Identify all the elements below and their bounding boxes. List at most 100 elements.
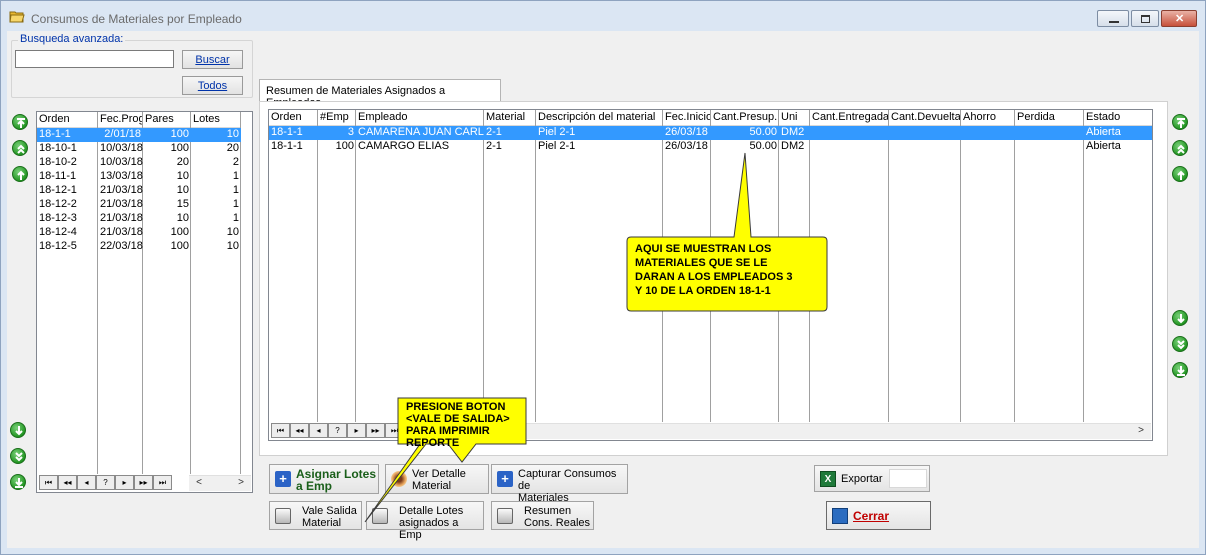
column-header[interactable]: Empleado <box>356 110 484 126</box>
table-cell: 50.00 <box>749 126 777 138</box>
column-header[interactable]: Cant.Presup. <box>711 110 779 126</box>
orders-navigator: ⏮ ◂◂ ◂? ▸ ▸▸ ⏭ <box>39 475 172 491</box>
restore-icon <box>1141 15 1150 23</box>
maximize-button[interactable] <box>1131 10 1159 27</box>
asignar-lotes-label-2: a Emp <box>296 479 333 493</box>
table-row[interactable]: 18-11-1 13/03/18 10 1 <box>37 170 241 184</box>
table-row[interactable]: 18-12-4 21/03/18 100 10 <box>37 226 241 240</box>
callout-line: <VALE DE SALIDA> <box>406 413 510 425</box>
table-row[interactable]: 18-12-3 21/03/18 10 1 <box>37 212 241 226</box>
next-record-icon[interactable]: ▸ <box>115 475 134 490</box>
vale-salida-button[interactable]: Vale Salida Material <box>269 501 362 530</box>
column-header[interactable]: Cant.Entregada <box>810 110 889 126</box>
column-header[interactable]: Perdida <box>1015 110 1084 126</box>
column-header[interactable]: Orden <box>37 112 98 128</box>
prev-page-icon[interactable]: ◂◂ <box>58 475 77 490</box>
table-cell: 1 <box>232 198 239 210</box>
page-up-icon[interactable] <box>12 140 28 156</box>
row-up-icon[interactable] <box>1172 166 1188 182</box>
column-header[interactable]: Ahorro <box>961 110 1015 126</box>
table-row[interactable]: 18-10-1 10/03/18 100 20 <box>37 142 241 156</box>
callout-line: AQUI SE MUESTRAN LOS <box>635 243 771 255</box>
row-down-icon[interactable] <box>10 422 26 438</box>
scroll-left-icon[interactable]: < <box>191 476 207 491</box>
table-cell: 26/03/18 <box>665 126 708 138</box>
main-window: Consumos de Materiales por Empleado ✕ Bu… <box>0 0 1206 555</box>
column-header[interactable]: Pares <box>143 112 191 128</box>
prev-record-icon[interactable]: ◂ <box>309 423 328 438</box>
column-divider <box>1014 110 1015 422</box>
plus-icon: + <box>275 471 291 487</box>
search-input[interactable] <box>15 50 174 68</box>
column-header[interactable]: Orden <box>269 110 318 126</box>
orders-grid-body: 18-1-1 2/01/18 100 10 18-10-1 10/03/18 100 20 18… <box>37 128 241 254</box>
scroll-right-icon[interactable]: > <box>1133 424 1149 439</box>
column-header[interactable]: Cant.Devuelta <box>889 110 961 126</box>
last-row-icon[interactable] <box>1172 362 1188 378</box>
table-cell: 100 <box>170 226 189 238</box>
column-header[interactable]: Fec.Prog <box>98 112 143 128</box>
page-down-icon[interactable] <box>10 448 26 464</box>
orders-hscroll[interactable]: < > <box>189 475 251 491</box>
cerrar-button[interactable]: Cerrar <box>826 501 931 530</box>
column-header[interactable]: #Emp <box>318 110 356 126</box>
table-cell: 13/03/18 <box>100 170 143 182</box>
table-cell <box>961 140 1015 154</box>
table-cell: 21/03/18 <box>100 184 143 196</box>
column-divider <box>888 110 889 422</box>
orders-grid[interactable]: Orden Fec.Prog Pares Lotes 18-1-1 2/01/18 100… <box>36 111 253 493</box>
table-row[interactable]: 18-10-2 10/03/18 20 2 <box>37 156 241 170</box>
table-cell <box>889 126 961 140</box>
table-cell: 10 <box>226 128 239 140</box>
first-record-icon[interactable]: ⏮ <box>39 475 58 490</box>
table-cell: Abierta <box>1086 140 1121 152</box>
help-icon[interactable]: ? <box>328 423 347 438</box>
next-page-icon[interactable]: ▸▸ <box>134 475 153 490</box>
table-cell: 100 <box>170 142 189 154</box>
table-row[interactable]: 18-12-2 21/03/18 15 1 <box>37 198 241 212</box>
column-header[interactable]: Estado <box>1084 110 1152 126</box>
column-header[interactable]: Fec.Inicio <box>663 110 711 126</box>
prev-record-icon[interactable]: ◂ <box>77 475 96 490</box>
exportar-button[interactable]: X Exportar <box>814 465 930 492</box>
scroll-right-icon[interactable]: > <box>233 476 249 491</box>
first-record-icon[interactable]: ⏮ <box>271 423 290 438</box>
vale-salida-label-2: Material <box>302 517 342 529</box>
orders-grid-header: Orden Fec.Prog Pares Lotes <box>37 112 241 128</box>
row-up-icon[interactable] <box>12 166 28 182</box>
page-up-icon[interactable] <box>1172 140 1188 156</box>
window-title: Consumos de Materiales por Empleado <box>31 12 242 26</box>
table-row[interactable]: 18-1-1 2/01/18 100 10 <box>37 128 241 142</box>
table-cell: 100 <box>335 140 354 152</box>
table-row[interactable]: 18-1-1 3 CAMARENA JUAN CARLOS2-1 Piel 2-1 26… <box>269 126 1152 140</box>
table-cell <box>961 126 1015 140</box>
table-cell: 1 <box>232 212 239 224</box>
close-window-button[interactable]: ✕ <box>1161 10 1197 27</box>
page-down-icon[interactable] <box>1172 336 1188 352</box>
table-cell: 2-1 <box>486 140 502 152</box>
table-cell: 21/03/18 <box>100 198 143 210</box>
last-row-icon[interactable] <box>10 474 26 490</box>
first-row-icon[interactable] <box>1172 114 1188 130</box>
minimize-button[interactable] <box>1097 10 1129 27</box>
buscar-button[interactable]: Buscar <box>182 50 243 69</box>
table-cell: 20 <box>176 156 189 168</box>
column-divider <box>355 110 356 422</box>
column-header[interactable]: Uni <box>779 110 810 126</box>
help-icon[interactable]: ? <box>96 475 115 490</box>
row-down-icon[interactable] <box>1172 310 1188 326</box>
table-row[interactable]: 18-12-5 22/03/18 100 10 <box>37 240 241 254</box>
table-cell: 18-11-1 <box>39 170 77 182</box>
table-cell <box>889 140 961 154</box>
column-header[interactable]: Descripción del material <box>536 110 663 126</box>
todos-button[interactable]: Todos <box>182 76 243 95</box>
last-record-icon[interactable]: ⏭ <box>153 475 172 490</box>
table-row[interactable]: 18-12-1 21/03/18 10 1 <box>37 184 241 198</box>
column-header[interactable]: Lotes <box>191 112 241 128</box>
vale-salida-label-1: Vale Salida <box>302 505 357 517</box>
tab-resumen-materiales[interactable]: Resumen de Materiales Asignados a Emplea… <box>259 79 501 109</box>
prev-page-icon[interactable]: ◂◂ <box>290 423 309 438</box>
first-row-icon[interactable] <box>12 114 28 130</box>
printer-icon <box>275 508 291 524</box>
column-header[interactable]: Material <box>484 110 536 126</box>
